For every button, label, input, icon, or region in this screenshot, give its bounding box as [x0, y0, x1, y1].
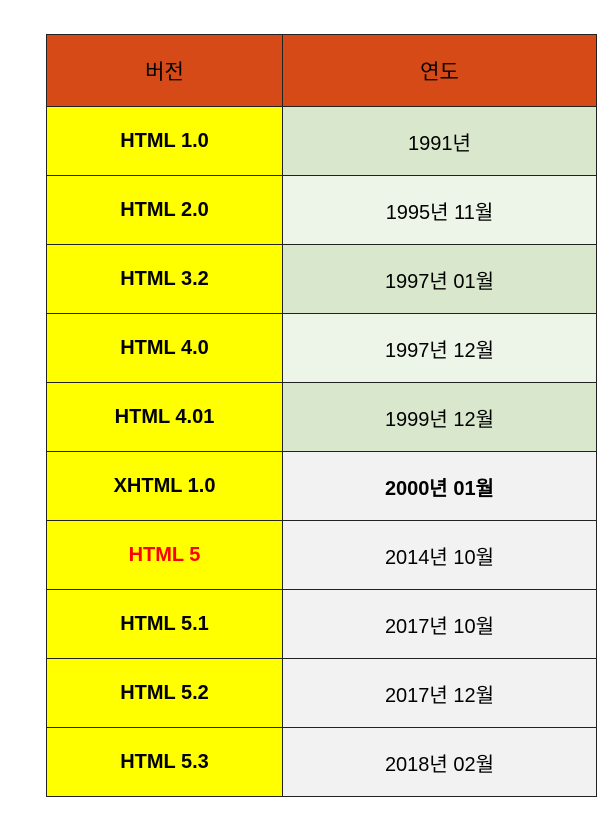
year-cell: 2017년 10월: [282, 589, 597, 659]
table-row: HTML 3.2 1997년 01월: [46, 244, 597, 314]
table-row: HTML 5.3 2018년 02월: [46, 727, 597, 797]
year-cell: 1999년 12월: [282, 382, 597, 452]
version-cell: HTML 5.2: [46, 658, 283, 728]
year-cell: 2018년 02월: [282, 727, 597, 797]
html-version-table: 버전 연도 HTML 1.0 1991년 HTML 2.0 1995년 11월 …: [46, 34, 597, 797]
version-cell: HTML 5.1: [46, 589, 283, 659]
year-cell: 2017년 12월: [282, 658, 597, 728]
year-cell: 2014년 10월: [282, 520, 597, 590]
table-row: XHTML 1.0 2000년 01월: [46, 451, 597, 521]
header-version: 버전: [46, 34, 283, 107]
table-row: HTML 5.2 2017년 12월: [46, 658, 597, 728]
header-year: 연도: [282, 34, 597, 107]
version-cell: HTML 4.01: [46, 382, 283, 452]
year-cell: 1997년 01월: [282, 244, 597, 314]
version-cell: HTML 3.2: [46, 244, 283, 314]
year-cell: 2000년 01월: [282, 451, 597, 521]
table-row: HTML 5 2014년 10월: [46, 520, 597, 590]
version-cell-highlighted: HTML 5: [46, 520, 283, 590]
version-cell: HTML 2.0: [46, 175, 283, 245]
version-cell: HTML 4.0: [46, 313, 283, 383]
table-row: HTML 1.0 1991년: [46, 106, 597, 176]
year-cell: 1991년: [282, 106, 597, 176]
table-row: HTML 2.0 1995년 11월: [46, 175, 597, 245]
table-row: HTML 4.01 1999년 12월: [46, 382, 597, 452]
header-row: 버전 연도: [46, 34, 597, 107]
version-cell: XHTML 1.0: [46, 451, 283, 521]
table-row: HTML 5.1 2017년 10월: [46, 589, 597, 659]
year-cell: 1995년 11월: [282, 175, 597, 245]
year-cell: 1997년 12월: [282, 313, 597, 383]
version-cell: HTML 1.0: [46, 106, 283, 176]
version-cell: HTML 5.3: [46, 727, 283, 797]
table-row: HTML 4.0 1997년 12월: [46, 313, 597, 383]
